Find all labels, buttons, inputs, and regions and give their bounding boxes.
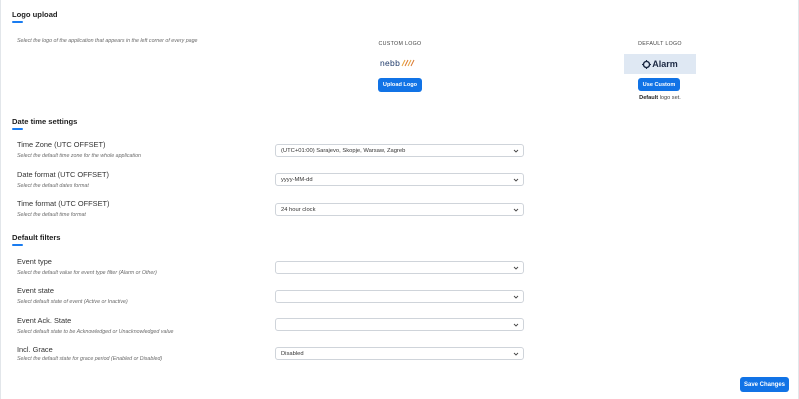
date-time-title: Date time settings [12, 117, 78, 126]
date-format-label: Date format (UTC OFFSET) [17, 170, 109, 179]
incl-grace-select[interactable]: Disabled [275, 347, 524, 360]
default-logo-label: DEFAULT LOGO [638, 41, 682, 47]
chevron-down-icon [513, 295, 519, 299]
chevron-down-icon [513, 266, 519, 270]
event-state-select[interactable] [275, 290, 524, 303]
event-ack-state-select[interactable] [275, 318, 524, 331]
time-format-label: Time format (UTC OFFSET) [17, 199, 110, 208]
section-underline [12, 21, 23, 23]
incl-grace-value: Disabled [281, 350, 304, 357]
time-format-value: 24 hour clock [281, 206, 316, 213]
time-zone-select[interactable]: (UTC+01:00) Sarajevo, Skopje, Warsaw, Za… [275, 144, 524, 157]
logo-stripes-icon [401, 59, 415, 67]
chevron-down-icon [513, 352, 519, 356]
chevron-down-icon [513, 208, 519, 212]
default-logo: Alarm [624, 54, 696, 74]
incl-grace-hint: Select the default state for grace perio… [17, 356, 163, 362]
default-logo-text: Alarm [652, 59, 678, 69]
event-type-hint: Select the default value for event type … [17, 270, 157, 276]
save-changes-button[interactable]: Save Changes [740, 377, 789, 392]
chevron-down-icon [513, 178, 519, 182]
date-format-value: yyyy-MM-dd [281, 176, 313, 183]
upload-logo-button[interactable]: Upload Logo [378, 78, 422, 92]
date-format-hint: Select the default dates format [17, 183, 89, 189]
default-filters-title: Default filters [12, 233, 61, 242]
event-type-label: Event type [17, 257, 52, 266]
incl-grace-label: Incl. Grace [17, 345, 53, 354]
custom-logo-label: CUSTOM LOGO [378, 41, 422, 47]
event-ack-state-hint: Select default state to be Acknowledged … [17, 329, 174, 335]
time-zone-hint: Select the default time zone for the who… [17, 153, 141, 159]
event-ack-state-label: Event Ack. State [17, 316, 72, 325]
event-type-select[interactable] [275, 261, 524, 274]
custom-logo: nebb [380, 58, 415, 68]
event-state-label: Event state [17, 286, 54, 295]
alarm-logo-icon [642, 59, 652, 69]
time-format-select[interactable]: 24 hour clock [275, 203, 524, 216]
chevron-down-icon [513, 323, 519, 327]
time-zone-label: Time Zone (UTC OFFSET) [17, 140, 106, 149]
section-underline [12, 244, 23, 246]
custom-logo-text: nebb [380, 58, 401, 68]
default-note-rest: logo set. [658, 95, 681, 101]
use-custom-button[interactable]: Use Custom [638, 78, 680, 91]
default-note-bold: Default [639, 95, 659, 101]
default-logo-note: Default logo set. [614, 95, 706, 101]
event-state-hint: Select default state of event (Active or… [17, 299, 128, 305]
time-format-hint: Select the default time format [17, 212, 86, 218]
section-underline [12, 128, 23, 130]
logo-upload-hint: Select the logo of the application that … [17, 38, 198, 44]
chevron-down-icon [513, 149, 519, 153]
time-zone-value: (UTC+01:00) Sarajevo, Skopje, Warsaw, Za… [281, 147, 406, 154]
logo-upload-title: Logo upload [12, 10, 58, 19]
date-format-select[interactable]: yyyy-MM-dd [275, 173, 524, 186]
settings-page: Logo upload Select the logo of the appli… [0, 0, 799, 399]
